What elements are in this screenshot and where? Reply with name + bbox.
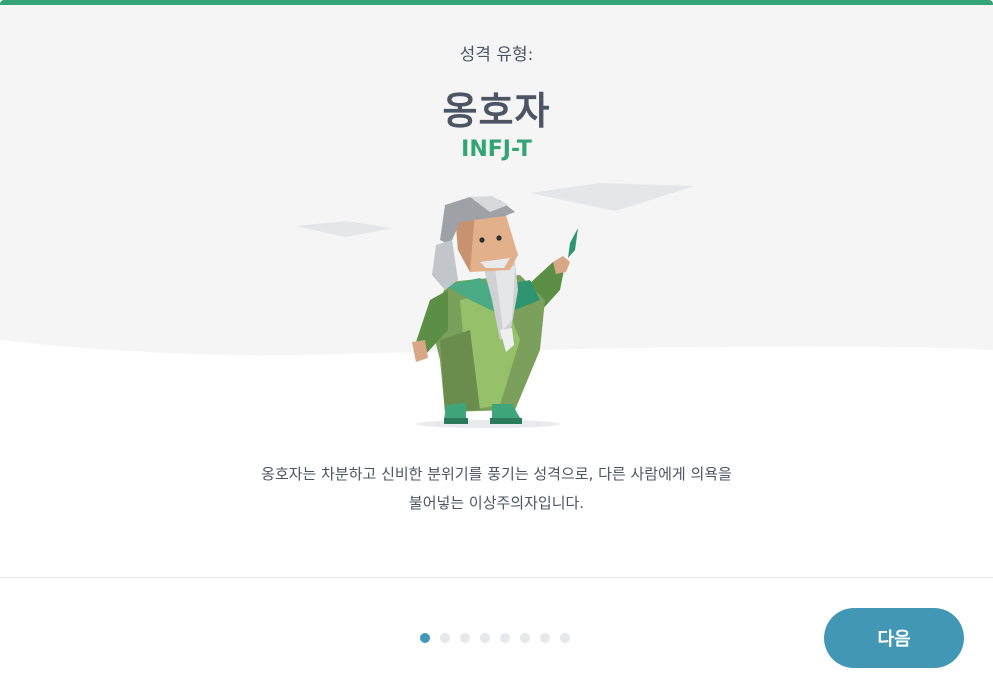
- next-button[interactable]: 다음: [824, 608, 964, 668]
- page-dot[interactable]: [540, 633, 550, 643]
- personality-type-name: 옹호자: [442, 89, 551, 133]
- page-dot[interactable]: [440, 633, 450, 643]
- page-dot[interactable]: [480, 633, 490, 643]
- description-line-1: 옹호자는 차분하고 신비한 분위기를 풍기는 성격으로, 다른 사람에게 의욕을: [261, 465, 732, 483]
- page-dot[interactable]: [500, 633, 510, 643]
- personality-description: 옹호자는 차분하고 신비한 분위기를 풍기는 성격으로, 다른 사람에게 의욕을…: [200, 460, 793, 518]
- description-line-2: 불어넣는 이상주의자입니다.: [408, 494, 585, 512]
- page-dot[interactable]: [460, 633, 470, 643]
- page-dot[interactable]: [420, 633, 430, 643]
- page-dot[interactable]: [520, 633, 530, 643]
- advocate-character-icon: [412, 196, 578, 428]
- footer-divider: [0, 577, 993, 578]
- page-dot[interactable]: [560, 633, 570, 643]
- personality-type-label: 성격 유형:: [459, 45, 534, 65]
- personality-intro-card: 성격 유형: 옹호자 INFJ-T 옹호자는 차분하고 신비한 분위기를 풍기는…: [0, 0, 993, 696]
- personality-type-code: INFJ-T: [461, 137, 532, 162]
- page-indicator: [420, 632, 570, 644]
